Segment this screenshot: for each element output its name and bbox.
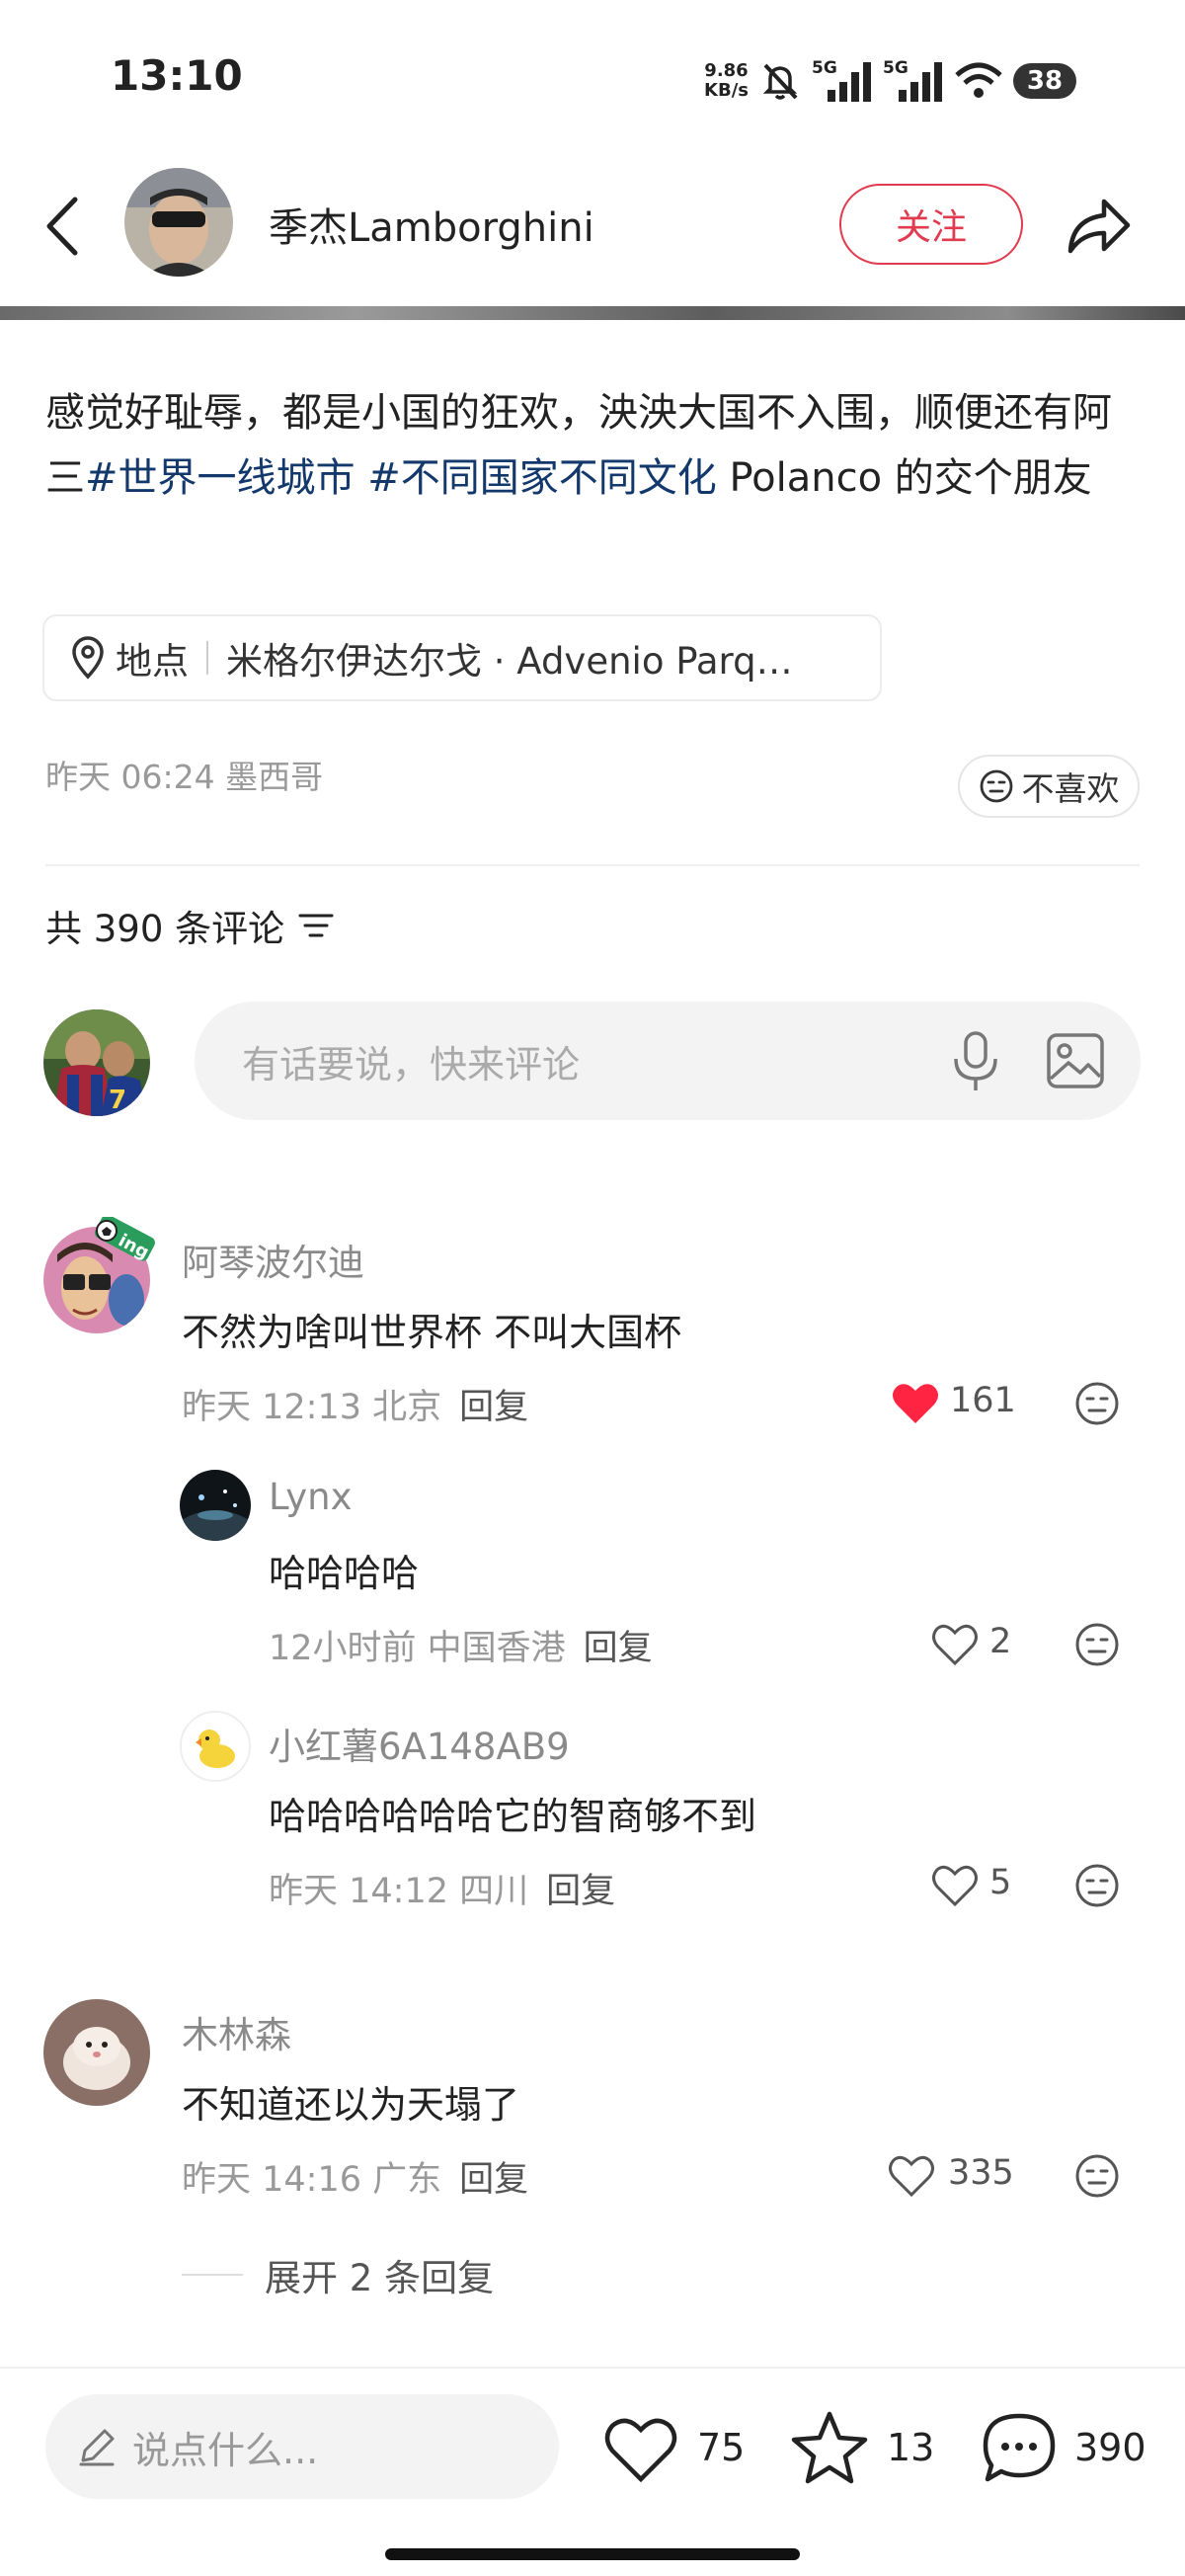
bottom-divider [0,2367,1185,2369]
signal-5g-icon: 5G [812,58,873,104]
follow-button[interactable]: 关注 [839,184,1023,265]
comment-author[interactable]: 阿琴波尔迪 [182,1233,364,1286]
section-divider [45,864,1140,866]
like-count: 335 [948,2153,1014,2193]
comment-author[interactable]: 木林森 [182,2005,291,2058]
share-icon[interactable] [1065,194,1134,257]
location-label: 地点 [116,640,189,683]
reply-text: 哈哈哈哈哈哈它的智商够不到 [269,1795,757,1838]
reply-avatar[interactable] [180,1711,251,1782]
location-chip[interactable]: 地点 米格尔伊达尔戈 · Advenio Parq… [42,614,882,701]
heart-outline-icon[interactable] [887,2153,936,2199]
post-text: 感觉好耻辱，都是小国的狂欢，泱泱大国不入围，顺便还有阿三#世界一线城市 #不同国… [45,390,1112,501]
comment-bubble-icon[interactable] [980,2410,1059,2487]
meh-face-icon[interactable] [1074,1381,1120,1426]
reply-button[interactable]: 回复 [584,1629,653,1668]
location-pin-icon [72,636,104,680]
location-value: 米格尔伊达尔戈 · Advenio Parq… [226,640,793,683]
comment-count-label: 共 390 条评论 [45,908,285,950]
reply-author[interactable]: Lynx [269,1476,352,1518]
post-meta: 昨天 06:24 墨西哥 [45,758,324,796]
meh-face-icon[interactable] [1074,2153,1120,2199]
reply-avatar[interactable] [180,1470,251,1541]
my-avatar: 7 [43,1009,150,1116]
avatar-badge: ing [91,1214,160,1272]
like-count: 2 [989,1622,1012,1661]
heart-outline-icon[interactable] [930,1863,980,1908]
heart-outline-icon[interactable] [930,1622,980,1667]
heart-filled-icon[interactable] [891,1381,940,1426]
like-count: 161 [950,1381,1016,1420]
comment-text: 不然为啥叫世界杯 不叫大国杯 [182,1311,682,1354]
signal-5g-icon-2: 5G [883,58,944,104]
expand-replies[interactable]: 展开 2 条回复 [182,2248,494,2301]
comment-count-header: 共 390 条评论 [45,899,336,952]
comment-input-placeholder: 有话要说，快来评论 [242,1042,581,1087]
like-count: 5 [989,1863,1012,1902]
like-count-bottom: 75 [697,2426,746,2469]
microphone-icon[interactable] [948,1029,1003,1094]
image-strip [0,306,1185,320]
reply-button[interactable]: 回复 [546,1872,615,1911]
comment-meta: 昨天 12:13 北京 回复 [182,1388,529,1427]
mute-bell-icon [762,63,798,100]
bottom-input-placeholder: 说点什么... [132,2428,319,2472]
meh-face-icon[interactable] [1074,1622,1120,1667]
back-icon[interactable] [38,194,87,259]
reply-author[interactable]: 小红薯6A148AB9 [269,1717,570,1770]
hashtag-link-2[interactable]: #不同国家不同文化 [367,455,717,501]
reply-meta: 12小时前 中国香港 回复 [269,1629,653,1668]
hashtag-link[interactable]: #世界一线城市 [85,455,356,501]
comment-avatar[interactable] [43,1999,150,2106]
home-indicator[interactable] [385,2548,800,2560]
favorite-count: 13 [887,2426,935,2469]
reply-button[interactable]: 回复 [459,2160,528,2200]
bottom-comment-input[interactable]: 说点什么... [45,2394,559,2499]
location-divider [206,641,208,675]
image-picker-icon[interactable] [1045,1031,1106,1090]
expand-replies-label: 展开 2 条回复 [265,2257,495,2299]
reply-text: 哈哈哈哈 [269,1552,420,1595]
svg-text:7: 7 [109,1086,126,1115]
comment-text: 不知道还以为天塌了 [182,2083,520,2127]
author-avatar[interactable] [124,168,233,277]
pencil-icon [79,2429,115,2466]
like-heart-icon[interactable] [602,2414,679,2483]
reply-button[interactable]: 回复 [459,1388,528,1427]
comment-count-bottom: 390 [1074,2426,1146,2469]
meh-face-icon[interactable] [1074,1863,1120,1908]
meh-face-icon [980,769,1012,803]
expand-line [182,2274,243,2276]
net-speed: 9.86 KB/s [704,60,749,101]
sort-filter-icon[interactable] [296,908,336,943]
wifi-icon [955,62,1002,98]
reply-meta: 昨天 14:12 四川 回复 [269,1872,616,1911]
dislike-button[interactable]: 不喜欢 [958,755,1140,818]
status-time: 13:10 [111,51,243,100]
comment-meta: 昨天 14:16 广东 回复 [182,2160,529,2200]
battery-indicator: 38 [1013,63,1076,99]
favorite-star-icon[interactable] [790,2410,869,2485]
status-icons: 9.86 KB/s 5G 5G 38 [704,51,1076,111]
dislike-label: 不喜欢 [1021,769,1120,808]
author-name[interactable]: 季杰Lamborghini [269,196,594,253]
